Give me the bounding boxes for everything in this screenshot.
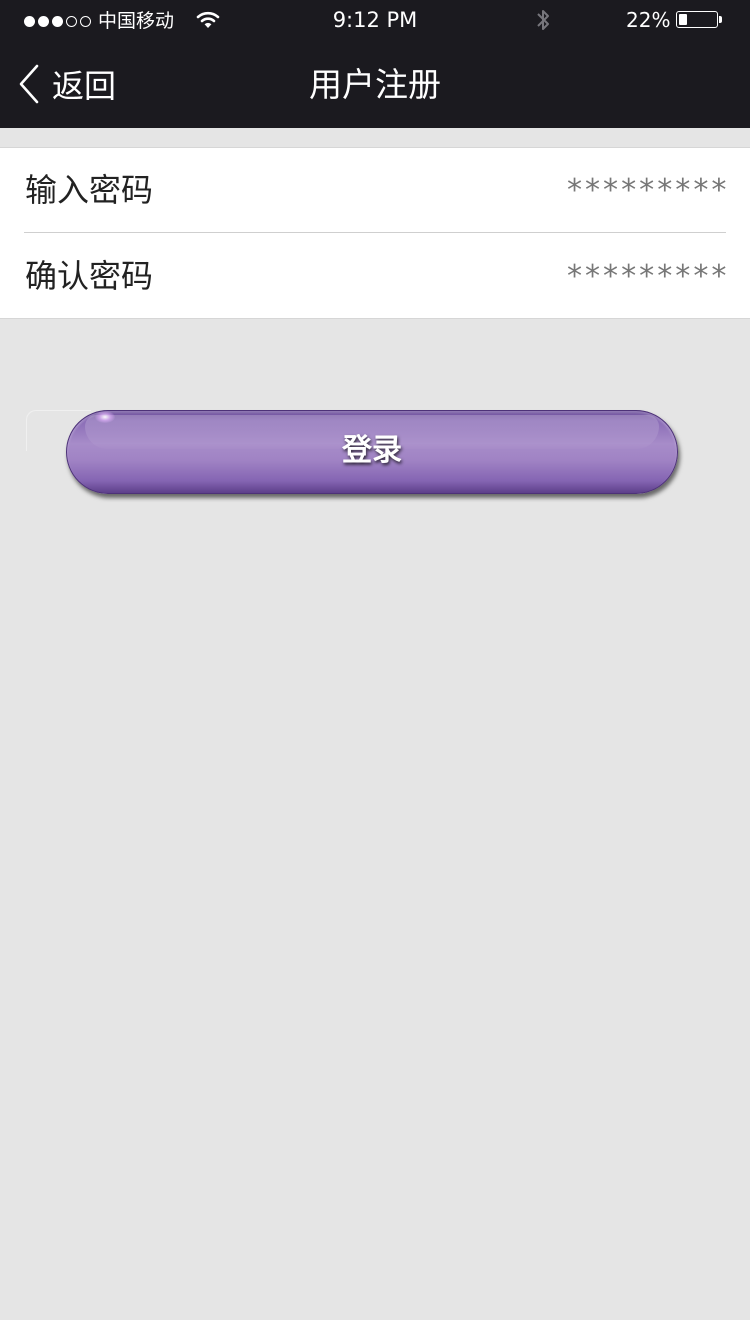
password-row: 输入密码 — [0, 148, 750, 232]
password-input[interactable] — [408, 166, 728, 214]
sparkle-icon — [95, 411, 115, 423]
login-button[interactable]: 登录 — [66, 410, 678, 494]
row-divider — [24, 232, 726, 233]
login-label: 登录 — [342, 433, 402, 468]
confirm-password-input[interactable] — [408, 252, 728, 300]
app-header: 中国移动 9:12 PM 22% 返回 用户注册 — [0, 0, 750, 128]
confirm-password-label: 确认密码 — [25, 257, 154, 295]
password-label: 输入密码 — [25, 171, 154, 209]
bluetooth-icon — [535, 8, 551, 36]
battery-percent: 22% — [626, 8, 671, 32]
confirm-password-row: 确认密码 — [0, 234, 750, 318]
battery-level — [679, 14, 687, 25]
battery-nub — [719, 16, 722, 23]
password-form: 输入密码 确认密码 — [0, 147, 750, 319]
status-bar: 中国移动 9:12 PM 22% — [0, 0, 750, 40]
page-title: 用户注册 — [309, 65, 441, 104]
battery-icon — [676, 11, 718, 28]
